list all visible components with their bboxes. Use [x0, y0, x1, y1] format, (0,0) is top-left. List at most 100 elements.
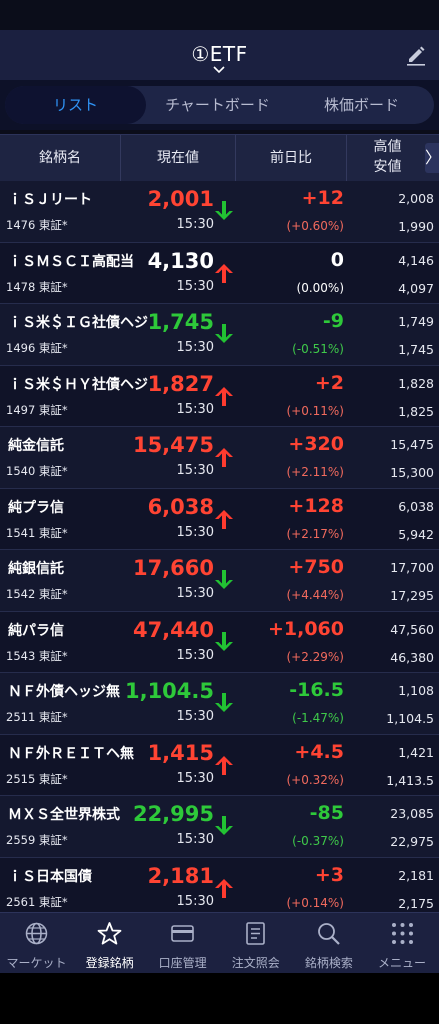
price-change: +320	[288, 433, 344, 455]
arrow-up-icon	[215, 755, 233, 775]
stock-code: 2511 東証*	[6, 710, 68, 724]
price-change-percent: (+4.44%)	[286, 588, 344, 602]
stock-code: 1478 東証*	[6, 279, 68, 294]
tab-chart-board[interactable]: チャートボード	[146, 86, 289, 124]
next-columns-button[interactable]: 〉	[425, 143, 439, 173]
current-price: 1,827	[147, 371, 214, 396]
table-row[interactable]: ＮＦ外ＲＥＩＴヘ無 2515 東証* 1,415 15:30 +4.5 (+0.32%) 1…	[0, 734, 439, 796]
nav-item-stock-search[interactable]: 銘柄検索	[292, 913, 365, 973]
price-change-percent: (+0.11%)	[286, 403, 344, 418]
nav-label: 登録銘柄	[85, 956, 134, 970]
low-price: 22,975	[390, 834, 434, 849]
price-time: 15:30	[176, 217, 214, 232]
nav-item-menu[interactable]: メニュー	[366, 913, 439, 973]
current-price: 17,660	[132, 556, 214, 580]
nav-item-account[interactable]: 口座管理	[146, 913, 219, 973]
watchlist-title[interactable]: ①ETF	[0, 42, 439, 66]
arrow-up-icon	[215, 878, 233, 898]
price-change-percent: (0.00%)	[296, 280, 344, 295]
column-header-name[interactable]: 銘柄名	[0, 135, 120, 181]
column-divider	[346, 135, 347, 181]
table-row[interactable]: ｉＳ米＄ＨＹ社債ヘジ 1497 東証* 1,827 15:30 +2 (+0.11%) 1,…	[0, 365, 439, 427]
low-price: 5,942	[398, 526, 434, 542]
low-price: 2,175	[398, 895, 434, 911]
table-row[interactable]: ｉＳ日本国債 2561 東証* 2,181 15:30 +3 (+0.14%) 2,181 2…	[0, 857, 439, 919]
price-time: 15:30	[176, 832, 214, 847]
chevron-down-icon[interactable]	[213, 66, 225, 74]
stock-name: ｉＳ米＄ＩＧ社債ヘジ	[8, 315, 148, 331]
table-row[interactable]: ｉＳＭＳＣＩ高配当 1478 東証* 4,130 15:30 0 (0.00%) 4,146…	[0, 242, 439, 304]
stock-list: ｉＳＪリート 1476 東証* 2,001 15:30 +12 (+0.60%) 2,008…	[0, 181, 439, 919]
stock-name: ＮＦ外債ヘッジ無	[8, 684, 120, 700]
table-row[interactable]: 純銀信託 1542 東証* 17,660 15:30 +750 (+4.44%) 17,70…	[0, 550, 439, 612]
stock-code: 2515 東証*	[6, 771, 68, 786]
low-price: 1,745	[398, 342, 434, 357]
nav-label: 口座管理	[158, 956, 207, 970]
column-header-change[interactable]: 前日比	[236, 135, 346, 181]
globe-icon	[25, 922, 48, 945]
table-row[interactable]: 純プラ信 1541 東証* 6,038 15:30 +128 (+2.17%) 6,038 5…	[0, 488, 439, 550]
tab-stock-board[interactable]: 株価ボード	[289, 86, 434, 124]
table-row[interactable]: 純金信託 1540 東証* 15,475 15:30 +320 (+2.11%) 15,47…	[0, 427, 439, 489]
high-price: 2,181	[398, 867, 434, 883]
price-change-percent: (-0.37%)	[292, 834, 344, 848]
stock-code: 1496 東証*	[6, 341, 68, 355]
high-price: 23,085	[390, 806, 434, 821]
price-change-percent: (+2.11%)	[286, 465, 344, 479]
nav-label: マーケット	[6, 956, 67, 970]
high-price: 15,475	[390, 437, 434, 452]
column-header-price[interactable]: 現在値	[121, 135, 235, 181]
low-price: 17,295	[390, 588, 434, 603]
stock-code: 1497 東証*	[6, 402, 68, 417]
stock-name: 純銀信託	[8, 561, 64, 577]
tab-group: リスト チャートボード 株価ボード	[5, 86, 434, 124]
column-header-high: 高値	[373, 139, 402, 155]
price-time: 15:30	[176, 401, 214, 417]
high-price: 47,560	[390, 621, 434, 637]
price-time: 15:30	[176, 647, 214, 663]
current-price: 4,130	[147, 248, 214, 273]
table-row[interactable]: ＮＦ外債ヘッジ無 2511 東証* 1,104.5 15:30 -16.5 (-1.47%…	[0, 673, 439, 735]
arrow-up-icon	[215, 509, 233, 529]
system-navigation-bar	[0, 973, 439, 1024]
stock-code: 1540 東証*	[6, 464, 68, 478]
tab-list[interactable]: リスト	[5, 86, 146, 124]
current-price: 1,104.5	[124, 679, 214, 703]
table-row[interactable]: 純パラ信 1543 東証* 47,440 15:30 +1,060 (+2.29%) 47,…	[0, 611, 439, 673]
arrow-down-icon	[215, 201, 233, 220]
high-price: 1,108	[398, 683, 434, 698]
table-row[interactable]: ｉＳＪリート 1476 東証* 2,001 15:30 +12 (+0.60%) 2,008…	[0, 181, 439, 243]
price-change: +3	[314, 863, 344, 886]
stock-code: 2561 東証*	[6, 894, 68, 909]
current-price: 15,475	[132, 433, 214, 457]
current-price: 22,995	[132, 802, 214, 826]
low-price: 1,990	[398, 219, 434, 234]
bottom-navigation: マーケット 登録銘柄 口座管理 注文照会 銘柄検索 メニュー	[0, 912, 439, 973]
nav-item-watchlist[interactable]: 登録銘柄	[73, 913, 146, 973]
nav-item-orders[interactable]: 注文照会	[219, 913, 292, 973]
low-price: 4,097	[398, 280, 434, 296]
price-time: 15:30	[176, 524, 214, 540]
table-row[interactable]: ＭＸＳ全世界株式 2559 東証* 22,995 15:30 -85 (-0.37%) 23…	[0, 796, 439, 858]
table-row[interactable]: ｉＳ米＄ＩＧ社債ヘジ 1496 東証* 1,745 15:30 -9 (-0.51%) 1,…	[0, 304, 439, 366]
card-icon	[171, 925, 194, 942]
stock-code: 1543 東証*	[6, 648, 68, 663]
price-time: 15:30	[176, 463, 214, 478]
arrow-down-icon	[215, 816, 233, 835]
stock-name: 純金信託	[8, 438, 64, 454]
stock-name: 純プラ信	[8, 499, 64, 516]
column-header-high-low[interactable]: 高値 安値	[350, 137, 425, 177]
app-header: ①ETF	[0, 30, 439, 80]
arrow-up-icon	[215, 263, 233, 283]
column-header-low: 安値	[373, 159, 402, 175]
stock-code: 1541 東証*	[6, 525, 68, 540]
arrow-up-icon	[215, 386, 233, 406]
nav-item-market[interactable]: マーケット	[0, 913, 73, 973]
stock-name: 純パラ信	[8, 622, 64, 639]
stock-name: ｉＳ日本国債	[8, 868, 92, 885]
arrow-up-icon	[215, 448, 233, 467]
stock-name: ＭＸＳ全世界株式	[8, 807, 120, 823]
current-price: 2,181	[147, 863, 214, 888]
price-change-percent: (-0.51%)	[292, 342, 344, 356]
edit-pencil-icon[interactable]	[405, 44, 427, 66]
